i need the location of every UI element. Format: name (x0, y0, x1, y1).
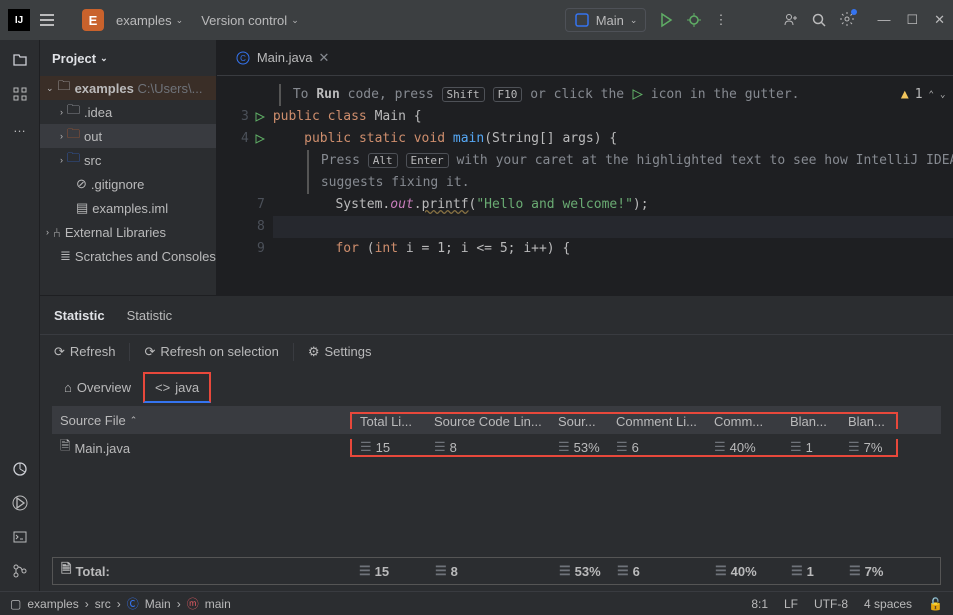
maximize-button[interactable]: ☐ (906, 12, 918, 28)
file-icon: 🗎 (60, 437, 70, 459)
project-tree: ⌄ 🗀 examples C:\Users\... ›🗀.idea ›🗀out … (40, 76, 216, 295)
gear-icon: ⚙ (308, 344, 320, 360)
folder-icon: 🗀 (67, 149, 80, 171)
tree-item-idea[interactable]: ›🗀.idea (40, 100, 216, 124)
file-icon: ⊘ (76, 176, 87, 192)
close-button[interactable]: ✕ (934, 12, 945, 28)
minimize-button[interactable]: — (877, 12, 890, 28)
scratch-icon: ≣ (60, 248, 71, 264)
subtab-overview[interactable]: ⌂ Overview (54, 374, 141, 401)
refresh-icon: ⟳ (54, 344, 65, 360)
svg-text:C: C (240, 54, 246, 63)
panel-tab-statistic-2[interactable]: Statistic (127, 308, 173, 323)
services-tool-icon[interactable] (12, 495, 28, 511)
table-row[interactable]: 🗎Main.java ☰ 15 ☰ 8 ☰ 53% ☰ 6 ☰ 40% ☰ 1 … (52, 434, 941, 462)
run-config-dropdown[interactable]: Main ⌄ (565, 8, 647, 32)
refresh-on-selection-button[interactable]: ⟳Refresh on selection (144, 344, 278, 360)
project-pane: Project ⌄ ⌄ 🗀 examples C:\Users\... ›🗀.i… (40, 40, 217, 295)
chevron-down-icon: ⌄ (630, 15, 638, 26)
sort-asc-icon: ⌃ (130, 415, 138, 426)
tree-item-src[interactable]: ›🗀src (40, 148, 216, 172)
tree-item-gitignore[interactable]: ⊘.gitignore (40, 172, 216, 196)
project-pane-header[interactable]: Project ⌄ (40, 40, 216, 76)
method-icon: ⓜ (187, 595, 199, 612)
left-toolbar: … (0, 40, 40, 591)
indent[interactable]: 4 spaces (864, 597, 912, 611)
panel-tab-statistic[interactable]: Statistic (54, 308, 105, 323)
refresh-icon: ⟳ (144, 344, 155, 360)
file-icon: ▤ (76, 200, 88, 216)
module-icon: ▢ (10, 597, 21, 611)
code-with-me-icon[interactable] (783, 12, 799, 28)
statistic-table: Source File ⌃ Total Li... Source Code Li… (40, 406, 953, 591)
statusbar: ▢examples ›src ›ⒸMain ›ⓜmain 8:1 LF UTF-… (0, 591, 953, 615)
folder-icon: 🗀 (58, 77, 71, 99)
library-icon: ⑃ (53, 225, 61, 240)
chevron-down-icon: ⌄ (100, 53, 108, 64)
project-tool-icon[interactable] (12, 52, 28, 68)
inspection-indicator[interactable]: ▲ 1 ⌃⌄ (901, 84, 946, 106)
editor-gutter: 3 4 7 8 9 (217, 76, 273, 295)
run-config-name: Main (596, 13, 624, 28)
project-name: examples (116, 13, 172, 28)
main-menu-button[interactable] (36, 10, 58, 30)
ide-logo: IJ (8, 9, 30, 31)
project-dropdown[interactable]: examples ⌄ (110, 9, 189, 32)
titlebar: IJ E examples ⌄ Version control ⌄ Main ⌄… (0, 0, 953, 40)
tree-item-scratches[interactable]: ≣Scratches and Consoles (40, 244, 216, 268)
editor-code[interactable]: ▲ 1 ⌃⌄ To Run code, press Shift F10 or c… (273, 76, 953, 295)
home-icon: ⌂ (64, 380, 72, 395)
search-icon[interactable] (811, 12, 827, 28)
tree-root[interactable]: ⌄ 🗀 examples C:\Users\... (40, 76, 216, 100)
folder-icon: 🗀 (67, 125, 80, 147)
run-config-icon (574, 12, 590, 28)
cursor-position[interactable]: 8:1 (751, 597, 768, 611)
java-class-icon: C (235, 50, 251, 66)
tree-item-iml[interactable]: ▤examples.iml (40, 196, 216, 220)
subtab-java[interactable]: <> java (143, 372, 211, 403)
layers-icon: ☰ (360, 439, 372, 455)
vcs-label: Version control (201, 13, 287, 28)
warning-icon: ▲ (901, 84, 909, 106)
tree-item-ext-libs[interactable]: ›⑃External Libraries (40, 220, 216, 244)
class-icon: Ⓒ (127, 595, 139, 612)
encoding[interactable]: UTF-8 (814, 597, 848, 611)
settings-button[interactable]: ⚙Settings (308, 344, 372, 360)
run-icon (632, 89, 643, 100)
settings-button[interactable] (839, 11, 855, 30)
editor-tab-main[interactable]: C Main.java ✕ (225, 40, 340, 75)
readonly-icon[interactable]: 🔓 (928, 597, 943, 611)
breadcrumb[interactable]: ▢examples ›src ›ⒸMain ›ⓜmain (10, 595, 231, 612)
vcs-dropdown[interactable]: Version control ⌄ (195, 9, 305, 32)
more-actions-button[interactable]: ⋮ (714, 12, 729, 28)
vcs-tool-icon[interactable] (12, 563, 28, 579)
chevron-down-icon: ⌄ (46, 83, 54, 94)
refresh-button[interactable]: ⟳Refresh (54, 344, 115, 360)
table-header[interactable]: Source File ⌃ Total Li... Source Code Li… (52, 406, 941, 434)
run-gutter-icon[interactable] (255, 134, 265, 144)
table-total-row: 🗎Total: ☰ 15 ☰ 8 ☰ 53% ☰ 6 ☰ 40% ☰ 1 ☰ 7… (52, 557, 941, 585)
terminal-tool-icon[interactable] (12, 529, 28, 545)
run-button[interactable] (658, 12, 674, 28)
statistic-tool-icon[interactable] (12, 461, 28, 477)
chevron-down-icon: ⌄ (176, 15, 184, 26)
project-badge: E (82, 9, 104, 31)
run-gutter-icon[interactable] (255, 112, 265, 122)
more-tools-icon[interactable]: … (13, 120, 26, 135)
chevron-down-icon: ⌄ (291, 15, 299, 26)
editor-pane: C Main.java ✕ 3 4 7 8 9 (217, 40, 953, 295)
file-icon: 🗎 (61, 560, 71, 582)
statistic-panel: Statistic Statistic ⟳Refresh ⟳Refresh on… (40, 295, 953, 591)
tree-item-out[interactable]: ›🗀out (40, 124, 216, 148)
debug-button[interactable] (686, 12, 702, 28)
line-sep[interactable]: LF (784, 597, 798, 611)
close-tab-icon[interactable]: ✕ (318, 50, 329, 66)
code-icon: <> (155, 380, 170, 395)
structure-tool-icon[interactable] (12, 86, 28, 102)
